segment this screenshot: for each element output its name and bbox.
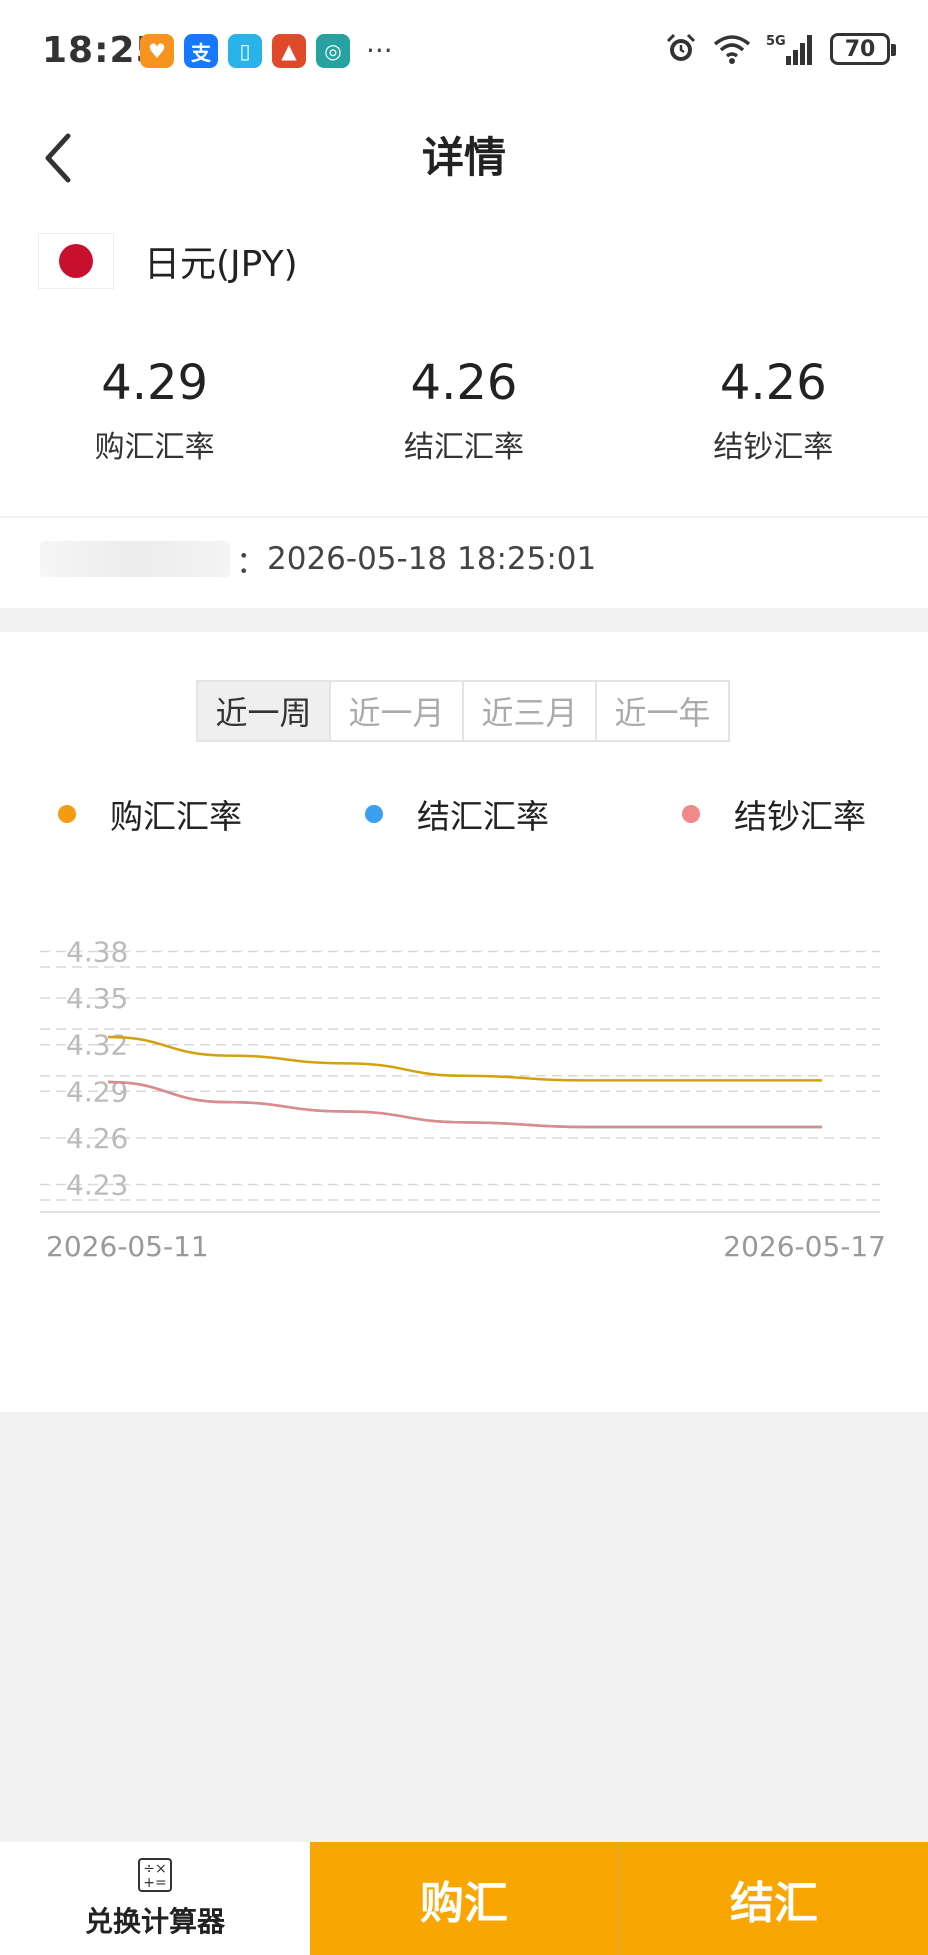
y-tick-label: 4.26 (66, 1122, 128, 1155)
legend-dot (682, 805, 700, 823)
tab-year[interactable]: 近一年 (595, 682, 728, 740)
train-icon: ▲ (272, 34, 306, 68)
legend-item-cash: 结钞汇率 (682, 790, 866, 838)
update-separator: ： (236, 544, 267, 581)
chart-legend: 购汇汇率 结汇汇率 结钞汇率 (0, 790, 928, 846)
battery-indicator: 70 (830, 33, 896, 65)
y-tick-label: 4.35 (66, 982, 128, 1015)
rate-value: 4.26 (719, 355, 827, 411)
alarm-icon (666, 33, 696, 61)
currency-row: 日元(JPY) (38, 232, 298, 290)
update-time-row: ： 2026-05-18 18:25:01 (40, 534, 596, 584)
x-tick-label: 2026-05-17 (723, 1230, 886, 1263)
tab-month[interactable]: 近一月 (329, 682, 462, 740)
y-tick-label: 4.23 (66, 1168, 128, 1201)
japan-flag-icon (38, 233, 114, 289)
series-line-1 (107, 1080, 822, 1129)
calculator-icon: ÷× += (138, 1857, 172, 1892)
legend-dot (365, 805, 383, 823)
china-mobile-icon: ◎ (316, 34, 350, 68)
wifi-icon (713, 35, 751, 64)
legend-item-settle: 结汇汇率 (365, 790, 549, 838)
legend-label: 结汇汇率 (417, 797, 549, 836)
rate-line-chart: 4.38 4.35 4.32 4.29 4.26 4.23 2026-05-11 2026-0… (40, 936, 886, 1263)
series-line-0 (107, 1035, 822, 1082)
y-tick-label: 4.38 (66, 936, 128, 969)
rate-cash: 4.26 结钞汇率 (619, 352, 928, 472)
book-icon: ▯ (228, 34, 262, 68)
calculator-button[interactable]: ÷× += 兑换计算器 (0, 1842, 310, 1955)
period-tabs: 近一周 近一月 近三月 近一年 (196, 680, 730, 742)
rates-summary: 4.29 购汇汇率 4.26 结汇汇率 4.26 结钞汇率 (0, 352, 928, 472)
legend-dot (58, 805, 76, 823)
status-bar: 18:25 ♥ 支 ▯ ▲ ◎ ··· 5G 70 (0, 0, 928, 110)
rate-label: 结汇汇率 (403, 430, 524, 465)
section-gap (0, 608, 928, 632)
blurred-label (40, 541, 230, 577)
currency-name: 日元(JPY) (144, 244, 298, 285)
y-tick-label: 4.32 (66, 1029, 128, 1062)
rate-label: 结钞汇率 (713, 430, 834, 465)
signal-5g-icon: 5G (766, 34, 812, 65)
rate-settle: 4.26 结汇汇率 (309, 352, 618, 472)
status-indicators: 5G 70 (664, 32, 896, 66)
legend-label: 结钞汇率 (734, 797, 866, 836)
calculator-label: 兑换计算器 (84, 1904, 225, 1938)
y-tick-label: 4.29 (66, 1075, 128, 1108)
rate-value: 4.29 (101, 355, 209, 411)
bottom-action-bar: ÷× += 兑换计算器 购汇 结汇 (0, 1842, 928, 1955)
series-line-2 (107, 1080, 822, 1129)
x-tick-label: 2026-05-11 (46, 1230, 209, 1263)
app-heart-icon: ♥ (140, 34, 174, 68)
status-app-icons: ♥ 支 ▯ ▲ ◎ ··· (140, 34, 393, 68)
rate-value: 4.26 (410, 355, 518, 411)
empty-area (0, 1412, 928, 1842)
legend-item-buy: 购汇汇率 (58, 790, 242, 838)
settle-button[interactable]: 结汇 (618, 1842, 928, 1955)
rate-buy: 4.29 购汇汇率 (0, 352, 309, 472)
legend-label: 购汇汇率 (110, 797, 242, 836)
header: 详情 (0, 110, 928, 210)
buy-button[interactable]: 购汇 (310, 1842, 618, 1955)
page-title: 详情 (421, 133, 506, 182)
tab-three-months[interactable]: 近三月 (462, 682, 595, 740)
update-time: 2026-05-18 18:25:01 (267, 541, 597, 577)
more-notifications-icon: ··· (366, 34, 393, 67)
rate-label: 购汇汇率 (94, 430, 215, 465)
svg-text:5G: 5G (766, 34, 786, 49)
divider (0, 516, 928, 518)
tab-week[interactable]: 近一周 (198, 682, 329, 740)
alipay-icon: 支 (184, 34, 218, 68)
